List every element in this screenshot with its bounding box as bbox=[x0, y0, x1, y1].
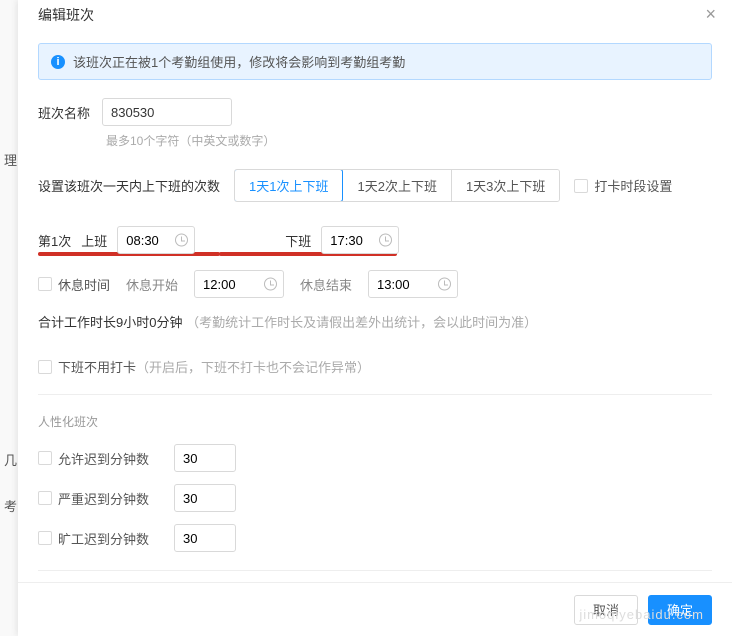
cancel-button[interactable]: 取消 bbox=[574, 595, 638, 625]
bg-text: 考 bbox=[4, 496, 17, 515]
checkbox-icon bbox=[38, 491, 52, 505]
checkbox-icon bbox=[38, 360, 52, 374]
on-duty-label: 上班 bbox=[81, 231, 107, 250]
edit-shift-modal: 编辑班次 × i 该班次正在被1个考勤组使用，修改将会影响到考勤组考勤 班次名称… bbox=[18, 0, 732, 636]
absent-late-option[interactable]: 旷工迟到分钟数 bbox=[38, 529, 162, 548]
rest-end-label: 休息结束 bbox=[300, 275, 352, 294]
times-option-2[interactable]: 1天2次上下班 bbox=[342, 170, 450, 201]
alert-banner: i 该班次正在被1个考勤组使用，修改将会影响到考勤组考勤 bbox=[38, 43, 712, 80]
total-duration-row: 合计工作时长9小时0分钟 （考勤统计工作时长及请假出差外出统计，会以此时间为准） bbox=[38, 312, 712, 331]
rest-enable[interactable]: 休息时间 bbox=[38, 275, 110, 294]
shift-name-input[interactable] bbox=[102, 98, 232, 126]
modal-header: 编辑班次 × bbox=[18, 0, 732, 33]
times-label: 设置该班次一天内上下班的次数 bbox=[38, 176, 220, 195]
modal-title: 编辑班次 bbox=[38, 5, 94, 25]
divider bbox=[38, 570, 712, 571]
alert-text: 该班次正在被1个考勤组使用，修改将会影响到考勤组考勤 bbox=[73, 52, 405, 71]
times-option-3[interactable]: 1天3次上下班 bbox=[451, 170, 559, 201]
confirm-button[interactable]: 确定 bbox=[648, 595, 712, 625]
custom-period-label: 打卡时段设置 bbox=[594, 176, 672, 195]
shift-name-label: 班次名称 bbox=[38, 103, 94, 122]
checkbox-icon bbox=[38, 531, 52, 545]
allow-late-input[interactable] bbox=[174, 444, 236, 472]
no-clock-off-label: 下班不用打卡 bbox=[58, 357, 136, 376]
checkbox-icon bbox=[38, 277, 52, 291]
on-duty-time-input[interactable] bbox=[117, 226, 195, 254]
total-duration-hint: （考勤统计工作时长及请假出差外出统计，会以此时间为准） bbox=[186, 315, 537, 330]
modal-footer: 取消 确定 bbox=[18, 582, 732, 636]
serious-late-input[interactable] bbox=[174, 484, 236, 512]
rest-start-input[interactable] bbox=[194, 270, 284, 298]
no-clock-off-hint: （开启后，下班不打卡也不会记作异常） bbox=[136, 357, 370, 376]
absent-late-label: 旷工迟到分钟数 bbox=[58, 529, 149, 548]
no-clock-off-option[interactable]: 下班不用打卡 （开启后，下班不打卡也不会记作异常） bbox=[38, 357, 712, 376]
bg-text: 理 bbox=[4, 150, 17, 169]
allow-late-label: 允许迟到分钟数 bbox=[58, 449, 149, 468]
humanize-title: 人性化班次 bbox=[38, 413, 712, 430]
custom-period-option[interactable]: 打卡时段设置 bbox=[574, 176, 672, 195]
serious-late-label: 严重迟到分钟数 bbox=[58, 489, 149, 508]
total-duration-text: 合计工作时长9小时0分钟 bbox=[38, 315, 182, 330]
checkbox-icon bbox=[38, 451, 52, 465]
info-icon: i bbox=[51, 55, 65, 69]
shift-name-hint: 最多10个字符（中英文或数字） bbox=[106, 132, 712, 149]
allow-late-option[interactable]: 允许迟到分钟数 bbox=[38, 449, 162, 468]
divider bbox=[38, 394, 712, 395]
off-duty-time-input[interactable] bbox=[321, 226, 399, 254]
times-radio-group: 1天1次上下班 1天2次上下班 1天3次上下班 bbox=[234, 169, 560, 202]
shift-1-row: 第1次 上班 下班 bbox=[38, 226, 712, 254]
close-icon[interactable]: × bbox=[705, 4, 716, 25]
serious-late-option[interactable]: 严重迟到分钟数 bbox=[38, 489, 162, 508]
rest-end-input[interactable] bbox=[368, 270, 458, 298]
bg-text: 几 bbox=[4, 450, 17, 469]
checkbox-icon bbox=[574, 179, 588, 193]
absent-late-input[interactable] bbox=[174, 524, 236, 552]
off-duty-label: 下班 bbox=[285, 231, 311, 250]
rest-enable-label: 休息时间 bbox=[58, 275, 110, 294]
rest-row: 休息时间 休息开始 休息结束 bbox=[38, 270, 712, 298]
times-option-1[interactable]: 1天1次上下班 bbox=[234, 169, 343, 202]
rest-start-label: 休息开始 bbox=[126, 275, 178, 294]
shift-seq: 第1次 bbox=[38, 231, 71, 250]
